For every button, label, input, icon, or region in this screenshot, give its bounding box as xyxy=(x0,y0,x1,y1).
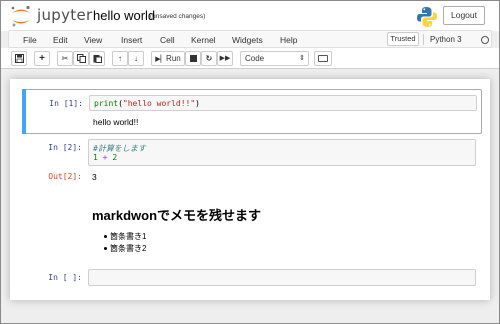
input-prompt: In [1]: xyxy=(49,99,83,108)
cell-type-value: Code xyxy=(245,54,265,63)
code-line: print("hello world!!") xyxy=(94,99,200,108)
notebook-title[interactable]: hello world xyxy=(93,8,155,23)
move-up-button[interactable]: ↑ xyxy=(112,51,128,66)
output-prompt: Out[2]: xyxy=(48,172,82,181)
cell-output: 3 xyxy=(92,172,97,182)
code-paren-close: ) xyxy=(195,99,200,108)
bullet-icon xyxy=(104,235,107,238)
plus-icon: + xyxy=(39,53,45,64)
arrow-up-icon: ↑ xyxy=(118,54,122,63)
code-operator: + xyxy=(102,153,108,162)
menu-view[interactable]: View xyxy=(84,35,102,45)
refresh-icon: ↻ xyxy=(205,54,213,63)
menubar: File Edit View Insert Cell Kernel Widget… xyxy=(8,30,492,48)
code-expression: 1 + 2 xyxy=(93,153,117,162)
insert-cell-button[interactable]: + xyxy=(34,51,50,66)
stop-icon xyxy=(189,55,197,62)
paste-icon xyxy=(93,55,102,63)
jupyter-wordmark[interactable]: jupyter xyxy=(37,6,92,24)
save-icon xyxy=(14,54,24,63)
interrupt-button[interactable] xyxy=(185,51,201,66)
menu-help[interactable]: Help xyxy=(280,35,297,45)
code-number: 2 xyxy=(112,153,118,162)
scissors-icon: ✂ xyxy=(61,54,69,63)
notebook-container: In [1]: print("hello world!!") hello wor… xyxy=(10,79,490,300)
menu-kernel[interactable]: Kernel xyxy=(191,35,216,45)
arrow-down-icon: ↓ xyxy=(134,54,138,63)
save-button[interactable] xyxy=(11,51,27,66)
code-function: print xyxy=(94,99,119,108)
menu-widgets[interactable]: Widgets xyxy=(232,35,263,45)
menu-cell[interactable]: Cell xyxy=(160,35,175,45)
code-input[interactable]: print("hello world!!") xyxy=(89,95,477,111)
move-down-button[interactable]: ↓ xyxy=(128,51,144,66)
toolbar: + ✂ ↑ ↓ ▶▏Run ↻ ▶▶ Code ⇕ xyxy=(1,48,499,68)
menubar-divider xyxy=(423,34,424,45)
step-forward-icon: ▶▏ xyxy=(155,56,167,63)
input-prompt: In [ ]: xyxy=(48,273,82,282)
run-label: Run xyxy=(166,54,181,63)
code-input[interactable]: #計算をします 1 + 2 xyxy=(88,139,476,166)
command-palette-button[interactable] xyxy=(314,51,332,66)
toolbar-divider xyxy=(1,68,499,69)
copy-icon xyxy=(76,54,86,63)
cell-type-select[interactable]: Code ⇕ xyxy=(240,51,309,66)
restart-button[interactable]: ↻ xyxy=(201,51,217,66)
code-input[interactable] xyxy=(88,269,476,286)
select-caret-icon: ⇕ xyxy=(299,55,305,62)
menu-edit[interactable]: Edit xyxy=(53,35,68,45)
jupyter-logo-icon[interactable] xyxy=(9,5,33,27)
markdown-list-item: 箇条書き1 xyxy=(110,232,147,241)
code-string: "hello world!!" xyxy=(122,99,196,108)
kernel-name[interactable]: Python 3 xyxy=(430,35,462,44)
notebook-header: jupyter hello world (unsaved changes) Lo… xyxy=(1,1,499,31)
cell-output: hello world!! xyxy=(93,117,139,127)
copy-button[interactable] xyxy=(73,51,89,66)
save-status: (unsaved changes) xyxy=(150,13,206,20)
code-cell-empty[interactable]: In [ ]: xyxy=(22,267,482,289)
markdown-list-item: 箇条書き2 xyxy=(110,244,147,253)
markdown-cell[interactable]: markdwonでメモを残せます 箇条書き1 箇条書き2 xyxy=(22,197,482,257)
trusted-indicator[interactable]: Trusted xyxy=(387,32,419,46)
cut-button[interactable]: ✂ xyxy=(57,51,73,66)
code-number: 1 xyxy=(93,153,98,162)
menu-insert[interactable]: Insert xyxy=(121,35,142,45)
input-prompt: In [2]: xyxy=(48,143,82,152)
markdown-heading: markdwonでメモを残せます xyxy=(92,208,262,223)
paste-button[interactable] xyxy=(89,51,105,66)
python-logo-icon xyxy=(417,7,437,27)
keyboard-icon xyxy=(318,55,328,62)
bullet-icon xyxy=(104,247,107,250)
selected-cell-indicator xyxy=(22,89,26,134)
code-cell-1[interactable]: In [1]: print("hello world!!") hello wor… xyxy=(22,89,482,134)
fast-forward-icon: ▶▶ xyxy=(219,55,231,62)
logout-button[interactable]: Logout xyxy=(443,6,485,25)
code-cell-2[interactable]: In [2]: #計算をします 1 + 2 Out[2]: 3 xyxy=(22,139,482,189)
run-button[interactable]: ▶▏Run xyxy=(151,51,185,66)
kernel-status-icon xyxy=(481,36,489,44)
restart-run-all-button[interactable]: ▶▶ xyxy=(217,51,233,66)
menu-file[interactable]: File xyxy=(23,35,37,45)
